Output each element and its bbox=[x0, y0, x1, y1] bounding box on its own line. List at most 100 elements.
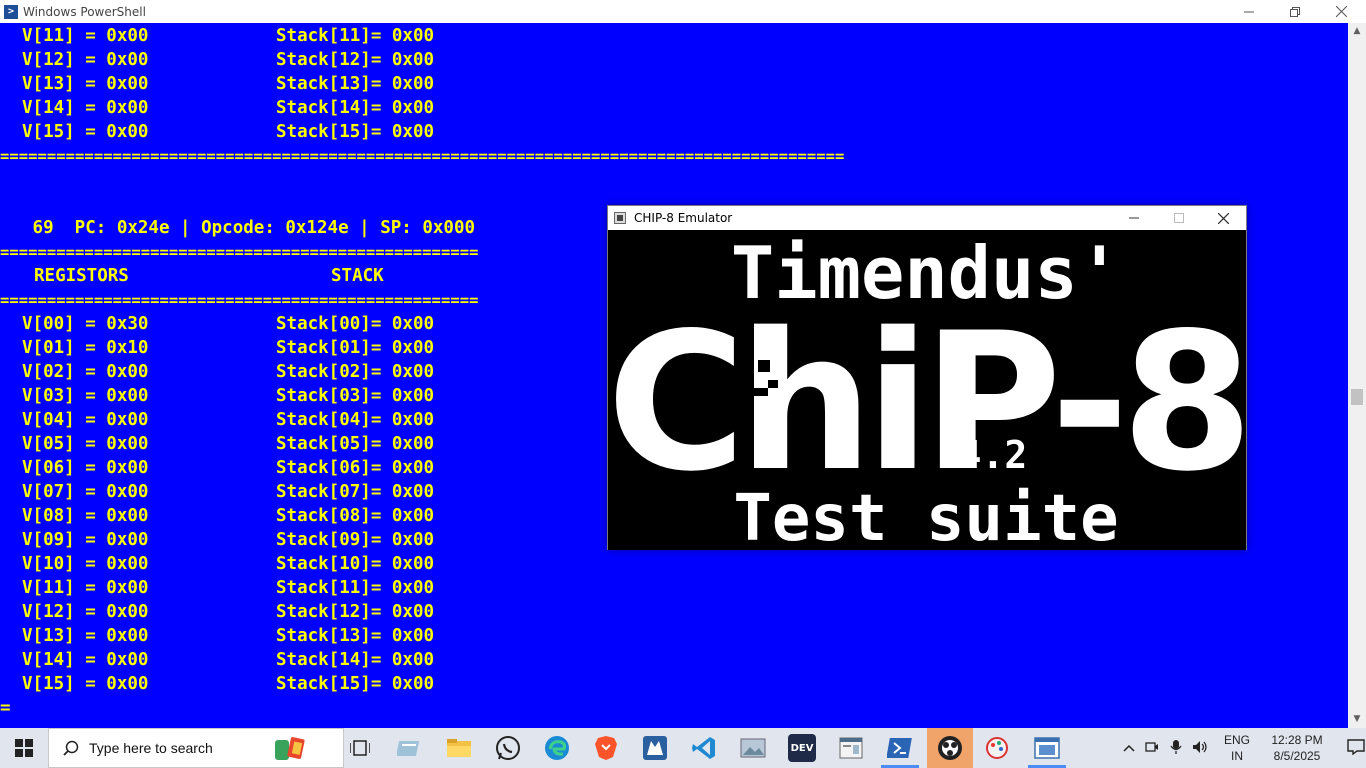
restore-icon bbox=[1290, 6, 1300, 17]
obs-studio-icon[interactable] bbox=[927, 728, 973, 768]
stack-line: Stack[04]= 0x00 bbox=[276, 410, 435, 430]
stack-line: Stack[10]= 0x00 bbox=[276, 554, 435, 574]
emulator-app-icon bbox=[614, 212, 626, 224]
microphone-icon[interactable] bbox=[1164, 739, 1188, 758]
scroll-up-icon[interactable]: ▲ bbox=[1348, 23, 1366, 40]
taskbar-search-box[interactable]: Type here to search bbox=[48, 728, 344, 768]
emulator-close-button[interactable] bbox=[1201, 206, 1246, 230]
show-hidden-icons-icon[interactable] bbox=[1118, 741, 1140, 755]
start-button[interactable] bbox=[0, 728, 48, 768]
stack-line: Stack[01]= 0x00 bbox=[276, 338, 435, 358]
stack-line: Stack[03]= 0x00 bbox=[276, 386, 435, 406]
minimize-button[interactable] bbox=[1226, 0, 1272, 23]
emulator-titlebar[interactable]: CHIP-8 Emulator bbox=[608, 206, 1246, 230]
restore-button[interactable] bbox=[1272, 0, 1318, 23]
register-line: V[10] = 0x00 bbox=[22, 554, 149, 574]
app-icon-wolf[interactable] bbox=[641, 734, 669, 762]
minimize-icon bbox=[1244, 11, 1254, 12]
powershell-taskbar-icon[interactable] bbox=[886, 734, 914, 762]
clock[interactable]: 12:28 PM 8/5/2025 bbox=[1260, 732, 1334, 764]
powershell-titlebar[interactable]: > Windows PowerShell bbox=[0, 0, 1366, 23]
stack-line: Stack[11]= 0x00 bbox=[276, 26, 435, 46]
register-line: V[00] = 0x30 bbox=[22, 314, 149, 334]
register-line: V[05] = 0x00 bbox=[22, 434, 149, 454]
register-line: V[04] = 0x00 bbox=[22, 410, 149, 430]
brave-browser-icon[interactable] bbox=[592, 734, 620, 762]
scroll-down-icon[interactable]: ▼ bbox=[1348, 711, 1366, 728]
stack-line: Stack[00]= 0x00 bbox=[276, 314, 435, 334]
register-line: V[15] = 0x00 bbox=[22, 674, 149, 694]
taskbar: Type here to search DEV ENG IN 12:28 PM … bbox=[0, 728, 1366, 768]
separator-line: ========================================… bbox=[0, 291, 479, 309]
vscode-icon[interactable] bbox=[690, 734, 718, 762]
stack-line: Stack[13]= 0x00 bbox=[276, 74, 435, 94]
register-line: V[07] = 0x00 bbox=[22, 482, 149, 502]
stack-line: Stack[12]= 0x00 bbox=[276, 602, 435, 622]
task-view-icon[interactable] bbox=[346, 734, 374, 762]
search-placeholder: Type here to search bbox=[89, 740, 213, 756]
stack-line: Stack[12]= 0x00 bbox=[276, 50, 435, 70]
emulator-minimize-button[interactable] bbox=[1111, 206, 1156, 230]
register-line: V[15] = 0x00 bbox=[22, 122, 149, 142]
search-icon bbox=[63, 740, 79, 756]
register-line: V[14] = 0x00 bbox=[22, 650, 149, 670]
stack-line: Stack[11]= 0x00 bbox=[276, 578, 435, 598]
scroll-thumb[interactable] bbox=[1351, 389, 1363, 405]
emulator-display: Timendus' ChiP-8 4.2 Test suite bbox=[607, 230, 1253, 556]
register-line: V[11] = 0x00 bbox=[22, 578, 149, 598]
stack-line: Stack[14]= 0x00 bbox=[276, 98, 435, 118]
app-icon-notes[interactable] bbox=[396, 734, 424, 762]
close-icon bbox=[1335, 6, 1347, 17]
system-tray: ENG IN 12:28 PM 8/5/2025 bbox=[1118, 728, 1366, 768]
register-line: V[12] = 0x00 bbox=[22, 602, 149, 622]
close-icon bbox=[1218, 212, 1229, 224]
windows-logo-icon bbox=[15, 739, 33, 757]
display-version-text: 4.2 bbox=[959, 433, 1028, 477]
powershell-icon: > bbox=[4, 4, 18, 19]
paint-icon[interactable] bbox=[984, 734, 1012, 762]
emulator-maximize-button[interactable] bbox=[1156, 206, 1201, 230]
clock-time: 12:28 PM bbox=[1271, 733, 1323, 747]
stack-line: Stack[13]= 0x00 bbox=[276, 626, 435, 646]
emulator-window[interactable]: CHIP-8 Emulator Timendus' ChiP-8 4.2 Tes… bbox=[607, 205, 1253, 556]
devcpp-icon[interactable]: DEV bbox=[788, 734, 816, 762]
register-line: V[13] = 0x00 bbox=[22, 74, 149, 94]
search-highlights-icon[interactable] bbox=[269, 733, 309, 765]
register-line: V[12] = 0x00 bbox=[22, 50, 149, 70]
register-line: V[03] = 0x00 bbox=[22, 386, 149, 406]
language-region: IN bbox=[1231, 749, 1243, 763]
file-explorer-icon[interactable] bbox=[445, 734, 473, 762]
stack-header: STACK bbox=[331, 266, 384, 286]
close-button[interactable] bbox=[1318, 0, 1364, 23]
registers-header: REGISTORS bbox=[34, 266, 129, 286]
clock-date: 8/5/2025 bbox=[1273, 749, 1321, 763]
register-line: V[06] = 0x00 bbox=[22, 458, 149, 478]
cursor-line: = bbox=[0, 698, 11, 718]
stack-line: Stack[06]= 0x00 bbox=[276, 458, 435, 478]
chip8-emulator-taskbar-icon[interactable] bbox=[1033, 734, 1061, 762]
photos-icon[interactable] bbox=[739, 734, 767, 762]
register-line: V[08] = 0x00 bbox=[22, 506, 149, 526]
volume-icon[interactable] bbox=[1188, 740, 1212, 757]
display-subtitle-text: Test suite bbox=[733, 482, 1118, 550]
vertical-scrollbar[interactable]: ▲ ▼ bbox=[1348, 23, 1366, 728]
edge-browser-icon[interactable] bbox=[543, 734, 571, 762]
meet-now-icon[interactable] bbox=[1140, 740, 1164, 757]
whatsapp-icon[interactable] bbox=[494, 734, 522, 762]
stack-line: Stack[07]= 0x00 bbox=[276, 482, 435, 502]
stack-line: Stack[02]= 0x00 bbox=[276, 362, 435, 382]
language-indicator[interactable]: ENG IN bbox=[1218, 732, 1256, 764]
stack-line: Stack[09]= 0x00 bbox=[276, 530, 435, 550]
status-line: 69 PC: 0x24e | Opcode: 0x124e | SP: 0x00… bbox=[22, 218, 476, 238]
app-icon-window[interactable] bbox=[837, 734, 865, 762]
emulator-title: CHIP-8 Emulator bbox=[634, 211, 733, 225]
minimize-icon bbox=[1128, 217, 1139, 219]
language-code: ENG bbox=[1223, 733, 1250, 747]
register-line: V[01] = 0x10 bbox=[22, 338, 149, 358]
register-line: V[09] = 0x00 bbox=[22, 530, 149, 550]
stack-line: Stack[08]= 0x00 bbox=[276, 506, 435, 526]
stack-line: Stack[15]= 0x00 bbox=[276, 122, 435, 142]
notifications-icon[interactable] bbox=[1338, 738, 1366, 758]
separator-line: ========================================… bbox=[0, 243, 479, 261]
display-logo-text: ChiP-8 bbox=[608, 292, 1245, 513]
